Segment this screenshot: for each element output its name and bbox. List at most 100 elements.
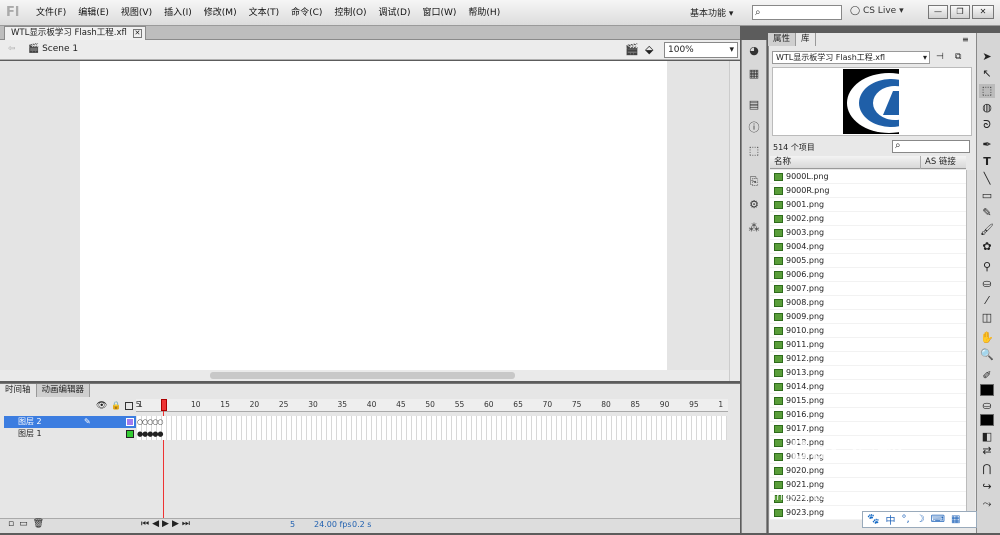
tab-motion-editor[interactable]: 动画编辑器	[36, 384, 91, 397]
menu-item[interactable]: 调试(D)	[373, 0, 417, 26]
frames-row[interactable]	[137, 428, 727, 440]
library-item[interactable]: 9005.png	[770, 254, 966, 268]
column-name[interactable]: 名称	[774, 156, 791, 169]
library-scrollbar[interactable]	[966, 170, 975, 520]
new-library-icon[interactable]: ⧉	[955, 52, 961, 62]
components-icon[interactable]: ⚙	[746, 198, 762, 212]
library-item[interactable]: 9013.png	[770, 366, 966, 380]
library-item[interactable]: 9009.png	[770, 310, 966, 324]
minimize-button[interactable]: —	[928, 5, 948, 19]
rectangle-tool-icon[interactable]: ▭	[979, 189, 995, 203]
outline-icon[interactable]	[125, 402, 133, 410]
library-item[interactable]: 9010.png	[770, 324, 966, 338]
eraser-tool-icon[interactable]: ◫	[979, 311, 995, 325]
library-item[interactable]: 9008.png	[770, 296, 966, 310]
library-item[interactable]: 9016.png	[770, 408, 966, 422]
panel-menu-icon[interactable]: ≡	[962, 35, 969, 44]
color-icon[interactable]: ◕	[746, 44, 762, 58]
library-item[interactable]: 9006.png	[770, 268, 966, 282]
tab-timeline[interactable]: 时间轴	[0, 384, 37, 397]
library-item[interactable]: 9003.png	[770, 226, 966, 240]
brush-tool-icon[interactable]: 🖌	[979, 223, 995, 237]
fill-color-icon[interactable]: ⛀	[979, 399, 995, 413]
library-document-select[interactable]: WTL显示板学习 Flash工程.xfl ▾	[772, 51, 930, 64]
bone-tool-icon[interactable]: ⚲	[979, 260, 995, 274]
layer-color-icon[interactable]	[126, 418, 134, 426]
pencil-tool-icon[interactable]: ✎	[979, 206, 995, 220]
menu-item[interactable]: 修改(M)	[198, 0, 243, 26]
ime-toolbar[interactable]: 🐾 中 °, ☽ ⌨ ▦	[862, 511, 977, 528]
pen-tool-icon[interactable]: ✒	[979, 138, 995, 152]
library-item[interactable]: 9000R.png	[770, 184, 966, 198]
paint-bucket-tool-icon[interactable]: ⛀	[979, 277, 995, 291]
library-item[interactable]: 9001.png	[770, 198, 966, 212]
transform-icon[interactable]: ⬚	[746, 144, 762, 158]
menu-item[interactable]: 视图(V)	[115, 0, 158, 26]
smooth-icon[interactable]: ↪	[979, 480, 995, 494]
lasso-tool-icon[interactable]: ᘐ	[979, 118, 995, 132]
document-tab[interactable]: WTL显示板学习 Flash工程.xfl ✕	[4, 26, 146, 40]
back-arrow-icon[interactable]: ⇦	[8, 44, 16, 54]
column-linkage[interactable]: AS 链接	[920, 156, 956, 169]
swatches-icon[interactable]: ▦	[746, 67, 762, 81]
subselection-tool-icon[interactable]: ↖	[979, 67, 995, 81]
menu-item[interactable]: 文本(T)	[243, 0, 286, 26]
default-colors-icon[interactable]: ◧	[979, 430, 995, 444]
menu-item[interactable]: 帮助(H)	[462, 0, 506, 26]
new-layer-icon[interactable]: ▫▭🗑	[8, 519, 49, 529]
snap-magnet-icon[interactable]: ⋂	[979, 462, 995, 476]
playhead[interactable]	[161, 399, 167, 411]
menu-item[interactable]: 文件(F)	[30, 0, 72, 26]
menu-item[interactable]: 插入(I)	[158, 0, 198, 26]
edit-scene-icon[interactable]: 🎬	[625, 43, 639, 56]
menu-item[interactable]: 控制(O)	[328, 0, 372, 26]
stage-scroll-thumb[interactable]	[210, 372, 515, 379]
eyedropper-tool-icon[interactable]: ⁄	[979, 294, 995, 308]
library-item[interactable]: 9000L.png	[770, 170, 966, 184]
scene-breadcrumb[interactable]: 🎬 Scene 1	[28, 44, 78, 54]
info-icon[interactable]: ⓘ	[746, 121, 762, 135]
free-transform-tool-icon[interactable]: ⬚	[979, 84, 995, 98]
library-item[interactable]: 9012.png	[770, 352, 966, 366]
edit-symbols-icon[interactable]: ⬙	[645, 43, 653, 56]
close-icon[interactable]: ✕	[132, 29, 142, 38]
hand-tool-icon[interactable]: ✋	[979, 331, 995, 345]
zoom-select[interactable]: 100% ▾	[664, 42, 738, 58]
motion-presets-icon[interactable]: ⁂	[746, 221, 762, 235]
fill-swatch[interactable]	[980, 414, 994, 426]
menu-item[interactable]: 窗口(W)	[417, 0, 463, 26]
library-item[interactable]: 9002.png	[770, 212, 966, 226]
text-tool-icon[interactable]: T	[979, 155, 995, 169]
straighten-icon[interactable]: ⤳	[979, 497, 995, 511]
library-item[interactable]: 9007.png	[770, 282, 966, 296]
restore-button[interactable]: ❐	[950, 5, 970, 19]
menu-item[interactable]: 编辑(E)	[72, 0, 115, 26]
swap-colors-icon[interactable]: ⇄	[979, 444, 995, 458]
library-item[interactable]: 9014.png	[770, 380, 966, 394]
code-snippets-icon[interactable]: ⎘	[746, 175, 762, 189]
layer-color-icon[interactable]	[126, 430, 134, 438]
align-icon[interactable]: ▤	[746, 98, 762, 112]
deco-tool-icon[interactable]: ✿	[979, 240, 995, 254]
zoom-tool-icon[interactable]: 🔍	[979, 348, 995, 362]
layer-row[interactable]: 图层 1	[4, 428, 136, 440]
stroke-color-icon[interactable]: ✐	[979, 369, 995, 383]
workspace-switcher[interactable]: 基本功能 ▾	[690, 6, 733, 19]
3d-rotation-tool-icon[interactable]: ◍	[979, 101, 995, 115]
frame-rate[interactable]: 24.00 fps	[314, 520, 352, 529]
tab-properties[interactable]: 属性	[768, 33, 797, 46]
stage-canvas[interactable]	[80, 61, 667, 370]
library-item[interactable]: 9004.png	[770, 240, 966, 254]
library-item[interactable]: 9011.png	[770, 338, 966, 352]
library-search-input[interactable]: ⌕	[892, 140, 970, 153]
tab-library[interactable]: 库	[796, 33, 816, 46]
frames-row[interactable]	[137, 416, 727, 428]
eye-icon[interactable]: 👁	[96, 401, 107, 411]
stage-vertical-scrollbar[interactable]	[729, 61, 740, 381]
frame-ruler[interactable]: 1 5 10 15 20 25 30 35 40 45 50 55 60 65 70 75 80 85 90 95 1	[136, 399, 728, 412]
library-item[interactable]: 9015.png	[770, 394, 966, 408]
playback-controls[interactable]: ⏮◀▶▶⏭	[141, 519, 193, 529]
help-search-input[interactable]: ⌕	[752, 5, 842, 20]
menu-item[interactable]: 命令(C)	[285, 0, 328, 26]
layer-row[interactable]: 图层 2 ✎	[4, 416, 136, 428]
